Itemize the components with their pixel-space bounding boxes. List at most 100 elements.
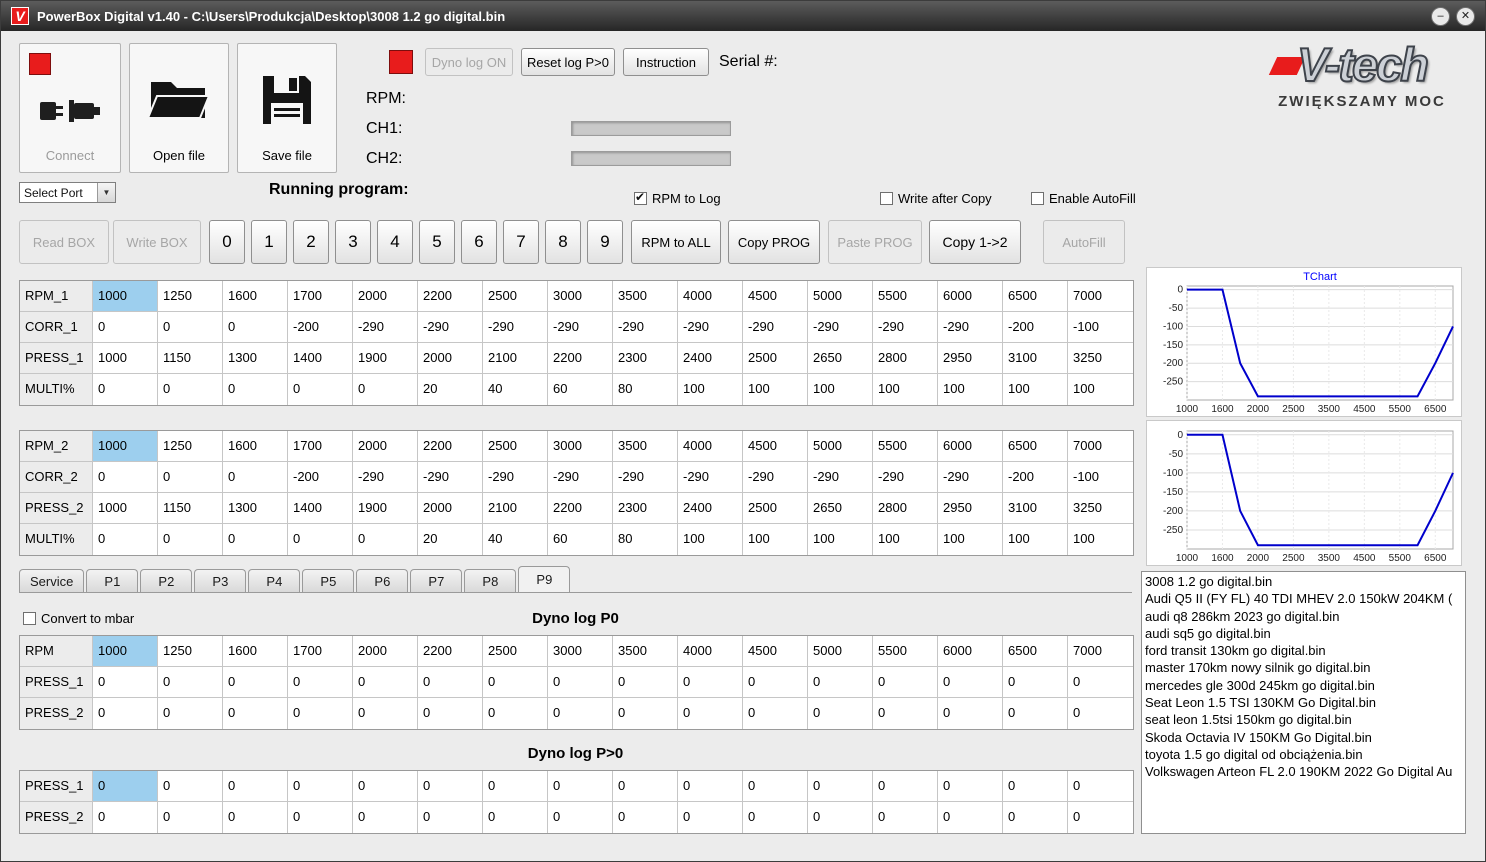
grid-cell[interactable]: 1250 [158, 281, 223, 312]
file-list-item[interactable]: Skoda Octavia IV 150KM Go Digital.bin [1145, 729, 1462, 746]
grid-cell[interactable]: 0 [483, 698, 548, 729]
grid-cell[interactable]: 0 [613, 771, 678, 802]
grid-cell[interactable]: 0 [483, 667, 548, 698]
grid-cell[interactable]: 100 [808, 524, 873, 555]
grid-cell[interactable]: 3100 [1003, 493, 1068, 524]
enable-autofill-checkbox[interactable]: Enable AutoFill [1031, 191, 1136, 206]
grid-cell[interactable]: 60 [548, 524, 613, 555]
grid-cell[interactable]: 6500 [1003, 636, 1068, 667]
autofill-button[interactable]: AutoFill [1043, 220, 1125, 264]
grid-cell[interactable]: 0 [678, 698, 743, 729]
grid-cell[interactable]: 3500 [613, 431, 678, 462]
grid-cell[interactable]: 0 [678, 802, 743, 833]
grid-cell[interactable]: 3000 [548, 431, 613, 462]
grid-cell[interactable]: 7000 [1068, 431, 1133, 462]
grid-cell[interactable]: 2100 [483, 343, 548, 374]
copy-prog-button[interactable]: Copy PROG [728, 220, 820, 264]
grid-cell[interactable]: 2000 [353, 636, 418, 667]
grid-cell[interactable]: 0 [223, 462, 288, 493]
grid-cell[interactable]: 2500 [483, 281, 548, 312]
grid-cell[interactable]: 80 [613, 374, 678, 405]
digit-button-4[interactable]: 4 [377, 220, 413, 264]
tab-p2[interactable]: P2 [140, 569, 193, 592]
tab-p6[interactable]: P6 [356, 569, 409, 592]
grid-cell[interactable]: 2300 [613, 343, 678, 374]
grid-cell[interactable]: -200 [288, 312, 353, 343]
grid-cell[interactable]: 100 [1068, 524, 1133, 555]
grid-cell[interactable]: 0 [353, 374, 418, 405]
grid-cell[interactable]: 5500 [873, 281, 938, 312]
grid-cell[interactable]: 0 [1003, 771, 1068, 802]
grid-cell[interactable]: 2200 [548, 493, 613, 524]
file-list-item[interactable]: Audi Q5 II (FY FL) 40 TDI MHEV 2.0 150kW… [1145, 590, 1462, 607]
grid-cell[interactable]: 2000 [418, 343, 483, 374]
grid-cell[interactable]: 5000 [808, 281, 873, 312]
grid-cell[interactable]: 0 [938, 771, 1003, 802]
grid-cell[interactable]: 0 [808, 698, 873, 729]
grid-cell[interactable]: 0 [93, 462, 158, 493]
grid-cell[interactable]: 0 [808, 667, 873, 698]
grid-cell[interactable]: 1600 [223, 281, 288, 312]
grid-cell[interactable]: 0 [418, 771, 483, 802]
grid-cell[interactable]: 7000 [1068, 281, 1133, 312]
tab-p1[interactable]: P1 [86, 569, 139, 592]
grid-cell[interactable]: 1900 [353, 493, 418, 524]
grid-cell[interactable]: 0 [938, 667, 1003, 698]
grid-cell[interactable]: 3250 [1068, 343, 1133, 374]
grid-cell[interactable]: 0 [158, 667, 223, 698]
grid-cell[interactable]: -290 [808, 462, 873, 493]
grid-cell[interactable]: -290 [678, 312, 743, 343]
grid-cell[interactable]: 1700 [288, 431, 353, 462]
grid-cell[interactable]: 1300 [223, 493, 288, 524]
grid-cell[interactable]: 0 [1068, 698, 1133, 729]
grid-cell[interactable]: 3000 [548, 281, 613, 312]
grid-cell[interactable]: 0 [158, 802, 223, 833]
grid-cell[interactable]: 0 [93, 524, 158, 555]
grid-cell[interactable]: 100 [678, 374, 743, 405]
grid-cell[interactable]: 1000 [93, 493, 158, 524]
grid-cell[interactable]: 1400 [288, 493, 353, 524]
grid-cell[interactable]: -290 [483, 462, 548, 493]
digit-button-8[interactable]: 8 [545, 220, 581, 264]
grid-cell[interactable]: -290 [613, 312, 678, 343]
grid-cell[interactable]: 1600 [223, 636, 288, 667]
grid-cell[interactable]: 0 [548, 667, 613, 698]
grid-cell[interactable]: 0 [223, 312, 288, 343]
grid-cell[interactable]: 0 [158, 374, 223, 405]
file-list-item[interactable]: Volkswagen Arteon FL 2.0 190KM 2022 Go D… [1145, 763, 1462, 780]
grid-cell[interactable]: -290 [873, 462, 938, 493]
grid-cell[interactable]: 5000 [808, 636, 873, 667]
grid-cell[interactable]: 0 [93, 802, 158, 833]
grid-cell[interactable]: 100 [808, 374, 873, 405]
tab-p5[interactable]: P5 [302, 569, 355, 592]
grid-cell[interactable]: -290 [548, 462, 613, 493]
grid-cell[interactable]: 2800 [873, 493, 938, 524]
tab-service[interactable]: Service [19, 569, 85, 592]
digit-button-2[interactable]: 2 [293, 220, 329, 264]
dyno-log-on-button[interactable]: Dyno log ON [425, 48, 513, 76]
grid-cell[interactable]: 4500 [743, 431, 808, 462]
grid-cell[interactable]: 2100 [483, 493, 548, 524]
grid-cell[interactable]: 2400 [678, 343, 743, 374]
grid-cell[interactable]: 1900 [353, 343, 418, 374]
grid-cell[interactable]: 1000 [93, 281, 158, 312]
grid-cell[interactable]: 0 [418, 667, 483, 698]
digit-button-0[interactable]: 0 [209, 220, 245, 264]
grid-cell[interactable]: 0 [743, 771, 808, 802]
grid-cell[interactable]: 0 [158, 771, 223, 802]
grid-cell[interactable]: -290 [418, 312, 483, 343]
grid-cell[interactable]: 100 [938, 374, 1003, 405]
grid-cell[interactable]: 4500 [743, 281, 808, 312]
grid-cell[interactable]: 0 [93, 374, 158, 405]
grid-cell[interactable]: 100 [678, 524, 743, 555]
grid-cell[interactable]: 0 [613, 698, 678, 729]
grid-cell[interactable]: 2200 [418, 281, 483, 312]
grid-cell[interactable]: 100 [743, 524, 808, 555]
grid-cell[interactable]: 0 [353, 802, 418, 833]
grid-cell[interactable]: 0 [93, 312, 158, 343]
grid-cell[interactable]: 0 [483, 802, 548, 833]
paste-prog-button[interactable]: Paste PROG [828, 220, 922, 264]
grid-cell[interactable]: 100 [1003, 524, 1068, 555]
grid-cell[interactable]: -290 [548, 312, 613, 343]
grid-cell[interactable]: 6500 [1003, 281, 1068, 312]
